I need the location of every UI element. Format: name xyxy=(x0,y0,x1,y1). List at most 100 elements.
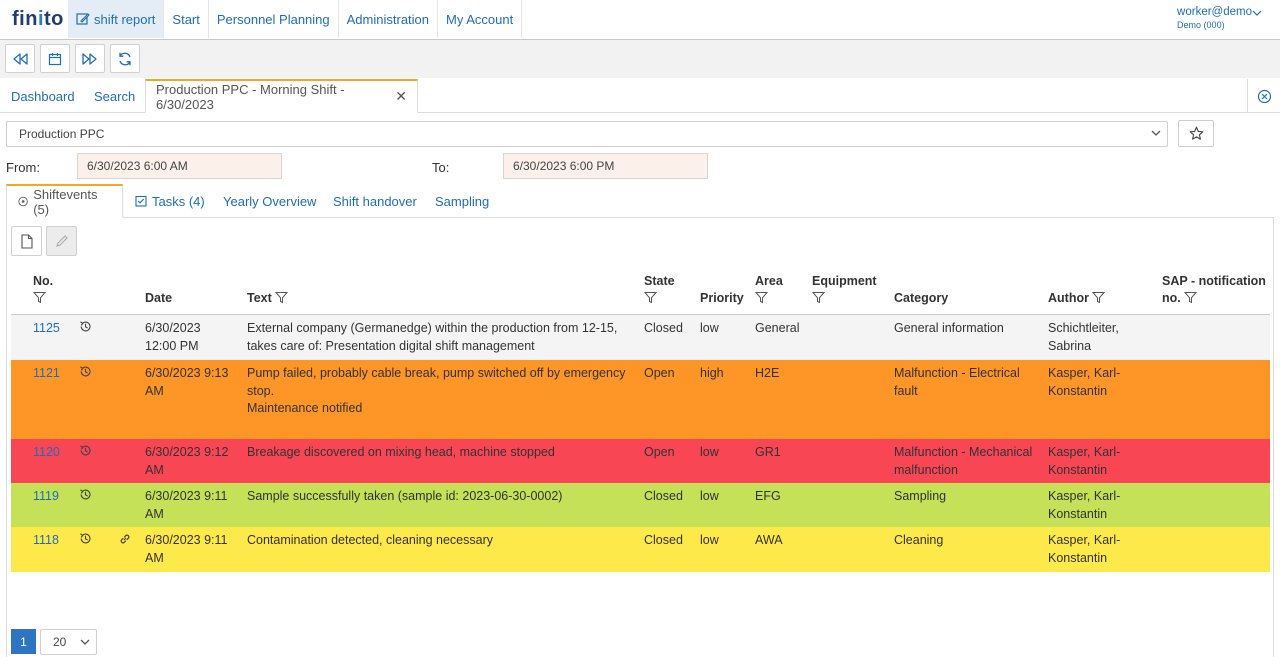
event-number-link[interactable]: 1118 xyxy=(33,532,59,550)
filter-icon[interactable] xyxy=(1183,291,1197,304)
column-header-sap-label-2: no. xyxy=(1162,291,1181,305)
circle-close-icon xyxy=(1257,89,1271,103)
event-author-line: Sabrina xyxy=(1048,338,1092,353)
event-area: GR1 xyxy=(755,445,781,459)
event-category-line: Sampling xyxy=(894,489,947,503)
tab-tasks[interactable]: Tasks (4) xyxy=(135,184,205,218)
event-text-line: Maintenance notified xyxy=(247,401,363,415)
link-icon[interactable] xyxy=(118,532,132,552)
main-nav: shift report Start Personnel Planning Ad… xyxy=(68,0,523,38)
next-shift-button[interactable] xyxy=(75,44,105,73)
column-header-text[interactable]: Text xyxy=(247,290,288,307)
nav-administration[interactable]: Administration xyxy=(339,0,439,38)
previous-shift-button[interactable] xyxy=(5,44,35,73)
event-author: Schichtleiter, Sabrina xyxy=(1048,320,1119,355)
column-header-equipment[interactable]: Equipment xyxy=(811,273,877,307)
history-icon[interactable] xyxy=(79,444,92,463)
table-row[interactable]: 1121 6/30/2023 9:13 AM Pump failed, probabl… xyxy=(11,360,1270,439)
event-number-link[interactable]: 1120 xyxy=(33,444,60,462)
event-area: EFG xyxy=(755,489,781,503)
table-row[interactable]: 1120 6/30/2023 9:12 AM Breakage discovered … xyxy=(11,439,1270,483)
tab-sampling[interactable]: Sampling xyxy=(435,184,489,218)
tab-shiftevents-label: Shiftevents (5) xyxy=(33,186,98,217)
event-author-line: Konstantin xyxy=(1048,506,1108,521)
event-priority: low xyxy=(700,533,719,547)
nav-start[interactable]: Start xyxy=(164,0,209,38)
history-icon[interactable] xyxy=(79,365,92,384)
event-category: Sampling xyxy=(894,488,946,506)
event-author: Kasper, Karl- Konstantin xyxy=(1048,488,1120,523)
event-author: Kasper, Karl- Konstantin xyxy=(1048,532,1120,567)
chevron-down-icon[interactable] xyxy=(1252,9,1262,17)
event-text: Sample successfully taken (sample id: 20… xyxy=(247,488,562,506)
column-header-no[interactable]: No. xyxy=(32,273,53,307)
filter-icon[interactable] xyxy=(274,291,288,304)
event-date-line: AM xyxy=(145,462,164,477)
history-icon[interactable] xyxy=(79,488,92,507)
event-date-line: 6/30/2023 9:12 xyxy=(145,445,229,459)
event-date-line: 6/30/2023 xyxy=(145,321,201,335)
event-text: Pump failed, probably cable break, pump … xyxy=(247,365,625,418)
nav-shift-report[interactable]: shift report xyxy=(68,0,165,38)
page-button-current[interactable]: 1 xyxy=(11,629,36,654)
tab-dashboard[interactable]: Dashboard xyxy=(11,79,75,113)
user-tenant: Demo (000) xyxy=(1177,20,1225,30)
edit-event-button[interactable] xyxy=(46,226,77,256)
chevron-down-icon xyxy=(80,639,90,645)
history-icon[interactable] xyxy=(79,320,92,339)
event-author-line: Konstantin xyxy=(1048,550,1108,565)
column-header-state[interactable]: State xyxy=(643,273,675,307)
area-select-value: Production PPC xyxy=(19,127,105,141)
close-icon[interactable]: ✕ xyxy=(395,88,407,105)
event-number-link[interactable]: 1121 xyxy=(33,365,60,383)
event-number-link[interactable]: 1125 xyxy=(33,320,60,338)
event-date-line: 6/30/2023 9:11 xyxy=(145,489,228,503)
from-datetime-input[interactable]: 6/30/2023 6:00 AM xyxy=(77,153,282,179)
event-number-link[interactable]: 1119 xyxy=(33,488,59,506)
calendar-button[interactable] xyxy=(40,44,70,73)
column-header-priority[interactable]: Priority xyxy=(700,290,744,307)
tab-tasks-label: Tasks (4) xyxy=(152,193,205,209)
new-event-button[interactable] xyxy=(11,226,42,256)
table-row[interactable]: 1119 6/30/2023 9:11 AM Sample successfully … xyxy=(11,483,1270,527)
user-menu[interactable]: worker@demo Demo (000) xyxy=(1177,6,1252,30)
nav-personnel-planning[interactable]: Personnel Planning xyxy=(209,0,339,38)
filter-icon[interactable] xyxy=(1091,291,1106,304)
table-row[interactable]: 1118 6/30/2023 9:11 AM Contamination detect… xyxy=(11,527,1270,572)
tab-search[interactable]: Search xyxy=(94,79,135,113)
event-text-line: takes care of: Presentation digital shif… xyxy=(247,338,535,353)
page-tabs: Dashboard Search Production PPC - Mornin… xyxy=(0,79,1280,113)
column-header-area[interactable]: Area xyxy=(754,273,783,307)
to-datetime-input[interactable]: 6/30/2023 6:00 PM xyxy=(503,153,708,179)
favorite-button[interactable] xyxy=(1178,120,1214,147)
refresh-icon xyxy=(119,52,131,65)
close-all-tabs-button[interactable] xyxy=(1247,79,1280,113)
filter-icon[interactable] xyxy=(32,291,47,304)
tab-shiftevents[interactable]: Shiftevents (5) xyxy=(6,184,123,218)
event-category-line: Cleaning xyxy=(894,533,944,547)
page-size-value: 20 xyxy=(53,635,67,649)
refresh-button[interactable] xyxy=(110,44,140,73)
event-priority: high xyxy=(700,366,724,380)
nav-my-account[interactable]: My Account xyxy=(438,0,523,38)
content-tabs: Shiftevents (5) Tasks (4) Yearly Overvie… xyxy=(6,184,1274,218)
column-header-author[interactable]: Author xyxy=(1048,290,1106,307)
filter-icon[interactable] xyxy=(643,291,658,304)
area-select[interactable]: Production PPC xyxy=(6,121,1168,147)
column-header-category[interactable]: Category xyxy=(894,290,948,307)
column-header-sap-notification[interactable]: SAP - notification no. xyxy=(1162,273,1266,307)
filter-icon[interactable] xyxy=(811,291,826,304)
nav-shift-report-label: shift report xyxy=(94,11,156,27)
table-row[interactable]: 1125 6/30/2023 12:00 PM External company (G… xyxy=(11,315,1270,360)
event-date: 6/30/2023 9:13 AM xyxy=(145,365,228,400)
event-author-line: Kasper, Karl- xyxy=(1048,489,1121,503)
event-date-line: AM xyxy=(145,506,164,521)
finito-logo[interactable]: finito xyxy=(12,8,64,31)
filter-icon[interactable] xyxy=(754,291,769,304)
tab-shift-handover[interactable]: Shift handover xyxy=(333,184,417,218)
history-icon[interactable] xyxy=(79,532,92,551)
page-size-select[interactable]: 20 xyxy=(40,629,97,655)
column-header-date[interactable]: Date xyxy=(145,290,172,307)
tab-yearly-overview[interactable]: Yearly Overview xyxy=(223,184,316,218)
tab-production-ppc[interactable]: Production PPC - Morning Shift - 6/30/20… xyxy=(145,79,418,113)
